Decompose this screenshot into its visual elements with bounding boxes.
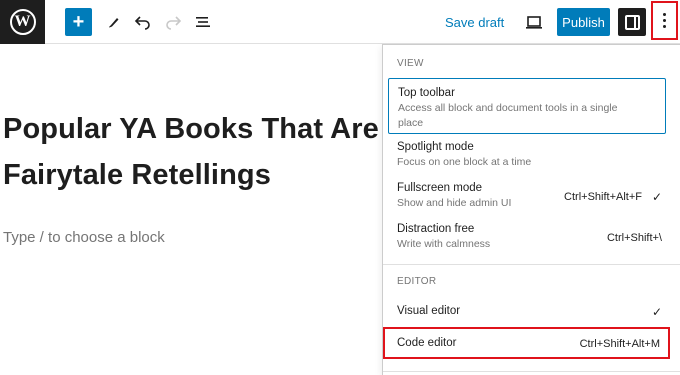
menu-item-title: Spotlight mode	[397, 141, 474, 153]
menu-item-fullscreen-mode[interactable]: Fullscreen mode Show and hide admin UI C…	[388, 182, 666, 216]
menu-item-title: Top toolbar	[398, 87, 455, 99]
panel-shape	[624, 14, 640, 30]
pen-icon[interactable]	[102, 8, 126, 36]
block-appender-placeholder[interactable]: Type / to choose a block	[3, 229, 165, 246]
post-title[interactable]: Popular YA Books That Are Fairytale Rete…	[3, 106, 383, 199]
dot	[663, 25, 666, 28]
undo-icon[interactable]	[131, 8, 155, 36]
plus-icon: +	[72, 11, 85, 33]
options-dropdown-menu: VIEW Top toolbar Access all block and do…	[382, 44, 680, 375]
check-icon: ✓	[651, 190, 662, 204]
list-view-icon[interactable]	[191, 8, 215, 36]
desktop-preview-icon[interactable]	[522, 8, 546, 36]
dot	[663, 19, 666, 22]
add-block-button[interactable]: +	[65, 8, 92, 36]
menu-item-distraction-free[interactable]: Distraction free Write with calmness Ctr…	[388, 223, 666, 257]
menu-divider	[383, 264, 680, 265]
menu-item-code-editor[interactable]: Code editor Ctrl+Shift+Alt+M	[383, 327, 670, 359]
save-draft-button[interactable]: Save draft	[445, 12, 504, 32]
dot	[663, 13, 666, 16]
publish-button[interactable]: Publish	[557, 8, 610, 36]
menu-divider	[383, 371, 680, 372]
more-options-icon[interactable]	[651, 1, 678, 40]
redo-icon[interactable]	[161, 8, 185, 36]
editor-header: W + Save draft Publish	[0, 0, 680, 44]
editor-group-label: EDITOR	[397, 276, 437, 287]
wordpress-logo-glyph: W	[9, 9, 36, 35]
wordpress-logo-icon[interactable]: W	[0, 0, 45, 44]
menu-item-description: Access all block and document tools in a…	[398, 102, 618, 129]
check-icon: ✓	[651, 305, 662, 319]
settings-panel-icon[interactable]	[618, 8, 646, 36]
menu-item-shortcut: Ctrl+Shift+Alt+M	[579, 338, 660, 350]
view-group-label: VIEW	[397, 58, 424, 69]
menu-item-top-toolbar[interactable]: Top toolbar Access all block and documen…	[388, 78, 666, 134]
menu-item-shortcut: Ctrl+Shift+\	[606, 232, 662, 244]
menu-item-title: Visual editor	[397, 305, 461, 317]
menu-item-shortcut: Ctrl+Shift+Alt+F	[564, 191, 642, 203]
menu-item-visual-editor[interactable]: Visual editor ✓	[388, 305, 666, 321]
menu-item-description: Focus on one block at a time	[397, 156, 532, 168]
menu-item-spotlight-mode[interactable]: Spotlight mode Focus on one block at a t…	[388, 141, 666, 175]
